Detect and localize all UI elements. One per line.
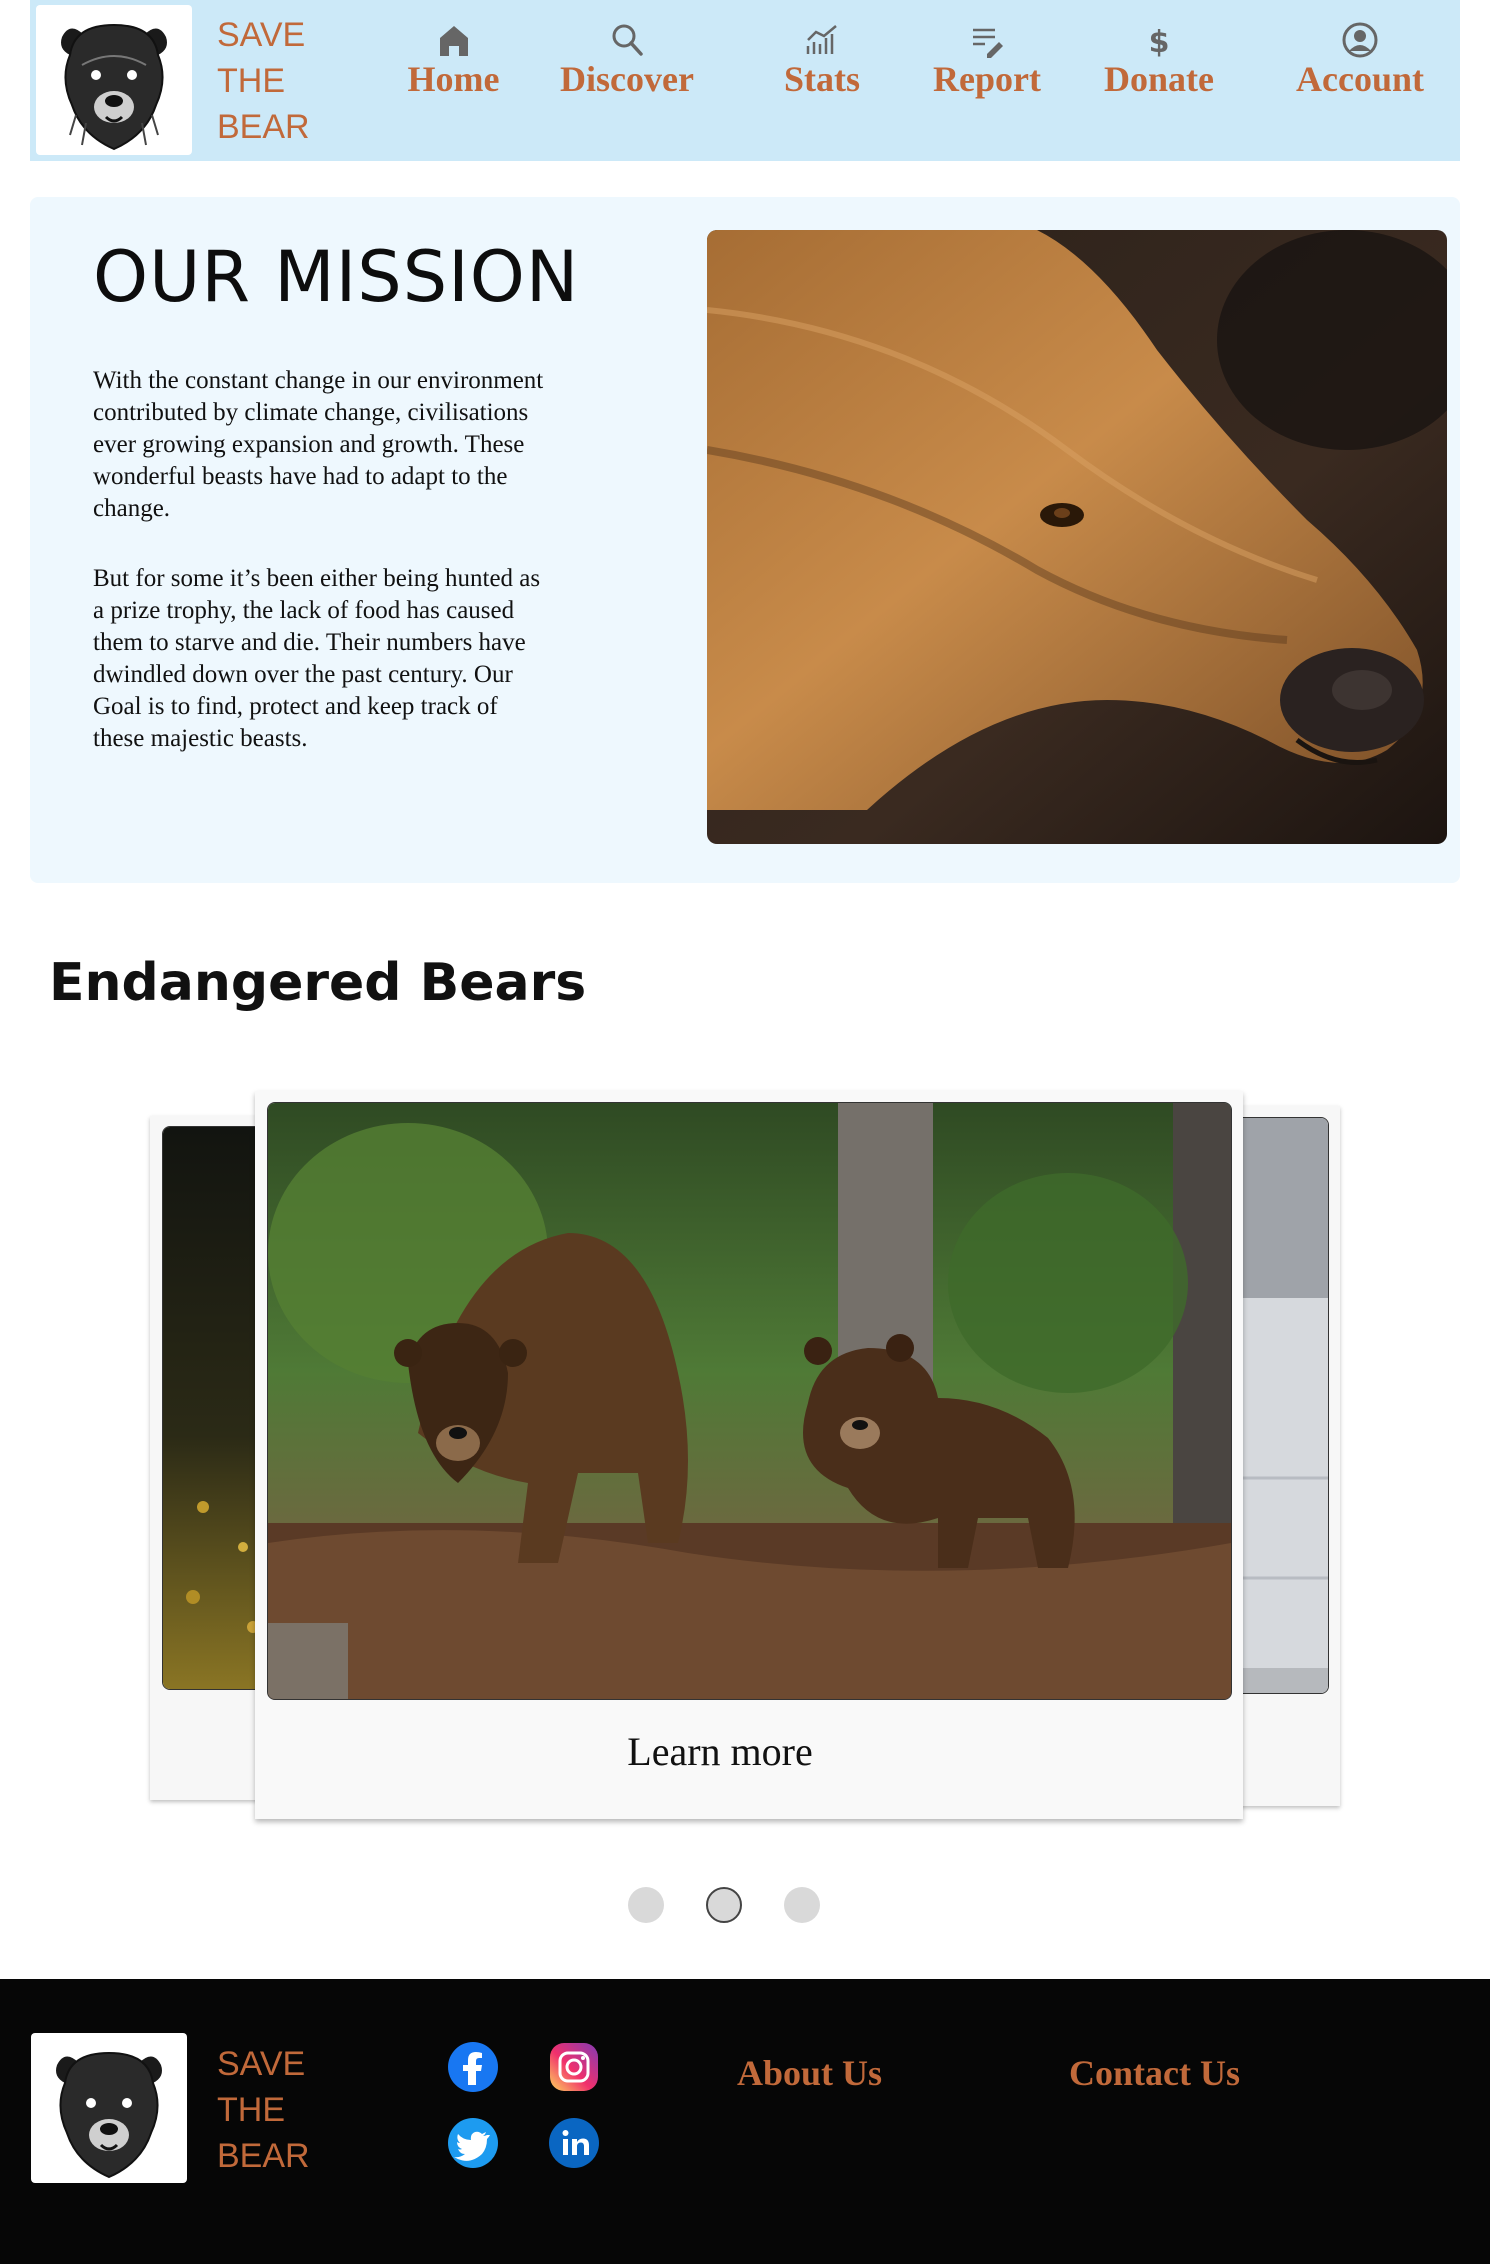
section-title: Endangered Bears [49,953,587,1013]
instagram-icon [550,2043,598,2091]
facebook-icon [448,2042,498,2092]
nav-label: Report [933,59,1041,99]
brand-line: THE [217,2091,285,2129]
mission-paragraph-2: But for some it’s been either being hunt… [93,563,613,755]
nav-home[interactable]: Home [396,18,511,100]
text-line: But for some it’s been either being hunt… [93,565,541,592]
brand-line: BEAR [217,108,310,146]
text-line: a prize trophy, the lack of food has cau… [93,597,515,624]
facebook-link[interactable] [447,2041,499,2093]
bear-head-logo-icon [56,2051,162,2179]
carousel-dot-3[interactable] [784,1887,820,1923]
carousel-dot-1[interactable] [628,1887,664,1923]
twitter-icon [448,2118,498,2168]
home-icon [439,26,468,56]
search-icon [612,24,643,56]
text-line: ever growing expansion and growth. These [93,431,525,458]
nav-donate[interactable]: $ Donate [1094,18,1224,100]
bear-closeup-photo [707,230,1447,844]
nav-stats[interactable]: Stats [772,18,872,100]
logo[interactable] [36,5,192,155]
nav-label: Home [407,59,500,99]
twitter-link[interactable] [447,2117,499,2169]
linkedin-link[interactable] [548,2117,600,2169]
nav-label: Stats [783,59,860,99]
nav-label: Donate [1104,59,1214,99]
text-line: them to starve and die. Their numbers ha… [93,629,526,656]
footer-logo[interactable] [31,2033,187,2183]
text-line: contributed by climate change, civilisat… [93,399,529,426]
brand-line: BEAR [217,2137,310,2175]
linkedin-icon [549,2118,599,2168]
instagram-link[interactable] [548,2041,600,2093]
text-line: wonderful beasts have had to adapt to th… [93,463,508,490]
brand-name[interactable]: SAVE THE BEAR [217,12,337,150]
dollar-icon: $ [1149,25,1170,60]
brand-line: THE [217,62,285,100]
text-line: these majestic beasts. [93,725,308,752]
learn-more-button[interactable]: Learn more [255,1728,1185,1775]
nav-account[interactable]: Account [1285,18,1435,100]
text-line: change. [93,495,171,522]
mission-title: OUR MISSION [93,236,580,318]
user-circle-icon [1342,22,1378,58]
text-line: dwindled down over the past century. Our [93,661,513,688]
nav-discover[interactable]: Discover [552,18,702,100]
nav-label: Discover [560,59,694,99]
edit-list-icon [973,28,1003,58]
brand-line: SAVE [217,16,306,54]
text-line: Goal is to find, protect and keep track … [93,693,498,720]
text-line: With the constant change in our environm… [93,367,544,394]
chart-icon [806,25,837,54]
mission-paragraph-1: With the constant change in our environm… [93,365,613,525]
nav-label: Account [1296,59,1424,99]
contact-us-link[interactable]: Contact Us [1069,2052,1240,2094]
nav-report[interactable]: Report [922,18,1052,100]
bear-head-logo-icon [61,23,167,151]
svg-text:$: $ [1149,25,1170,60]
black-bear-and-cub-photo [267,1102,1232,1700]
footer-brand-name[interactable]: SAVE THE BEAR [217,2041,337,2179]
about-us-link[interactable]: About Us [737,2052,882,2094]
carousel-dot-2-active[interactable] [706,1887,742,1923]
brand-line: SAVE [217,2045,306,2083]
